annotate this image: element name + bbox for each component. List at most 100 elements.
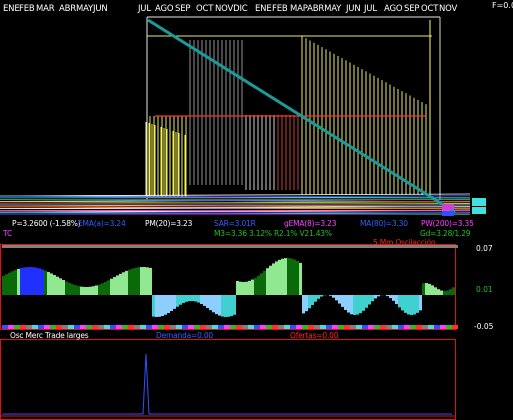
strip-cell <box>188 325 194 329</box>
oscillator-bar <box>392 295 395 301</box>
strip-cell <box>254 245 260 248</box>
oscillator-bar <box>176 295 179 307</box>
oscillator-bar <box>14 269 17 295</box>
strip-cell <box>344 245 350 248</box>
oscillator-bar <box>443 290 446 295</box>
strip-cell <box>26 245 32 248</box>
oscillator-bar <box>137 267 140 295</box>
strip-cell <box>380 325 386 329</box>
oscillator-bar <box>74 285 77 295</box>
strip-cell <box>92 325 98 329</box>
strip-cell <box>122 245 128 248</box>
oscillator-bar <box>116 275 119 295</box>
oscillator-bar <box>350 295 353 315</box>
oscillator-bar <box>218 295 221 316</box>
strip-cell <box>140 325 146 329</box>
oscillator-bar <box>29 267 32 295</box>
oscillator-bar <box>122 272 125 295</box>
volume-polyline <box>2 353 452 415</box>
stat-tc: TC <box>3 229 12 238</box>
oscillator-bar <box>38 268 41 295</box>
strip-cell <box>2 245 8 248</box>
oscillator-bar <box>83 286 86 295</box>
strip-cell <box>332 325 338 329</box>
strip-cell <box>404 325 410 329</box>
oscillator-bar <box>419 295 422 311</box>
strip-cell <box>74 245 80 248</box>
oscillator-bar <box>236 280 239 295</box>
strip-cell <box>140 245 146 248</box>
strip-cell <box>284 325 290 329</box>
stat-gema: gEMA(8)=3.23 <box>284 219 337 228</box>
oscillator-bar <box>362 295 365 311</box>
oscillator-bar <box>347 295 350 313</box>
oscillator-bar <box>248 280 251 295</box>
strip-cell <box>350 325 356 329</box>
strip-cell <box>338 325 344 329</box>
strip-cell <box>98 245 104 248</box>
oscillator-bar <box>206 295 209 309</box>
oscillator-bar <box>155 295 158 317</box>
strip-cell <box>446 325 452 329</box>
oscillator-bar <box>230 295 233 317</box>
oscillator-bar <box>440 290 443 295</box>
oscillator-bar <box>410 295 413 315</box>
oscillator-bar <box>203 295 206 306</box>
strip-cell <box>248 325 254 329</box>
oscillator-bar <box>2 275 5 295</box>
oscillator-bar <box>287 258 290 295</box>
oscillator-bar <box>224 295 227 317</box>
strip-cell <box>110 245 116 248</box>
month-label: OCT <box>196 4 214 14</box>
oscillator-bar <box>431 285 434 295</box>
oscillator-bar <box>188 295 191 302</box>
oscillator-bar <box>107 280 110 295</box>
month-label: JUL <box>138 4 151 14</box>
month-label: SEP <box>175 4 191 14</box>
oscillator-bar <box>134 267 137 295</box>
oscillator-bar <box>50 273 53 295</box>
oscillator-bar <box>368 295 371 305</box>
strip-cell <box>332 245 338 248</box>
oscillator-bar <box>281 258 284 295</box>
month-label: ENE <box>3 4 20 14</box>
strip-cell <box>44 245 50 248</box>
oscillator-bar <box>422 283 425 295</box>
strip-cell <box>212 245 218 248</box>
strip-cell <box>266 325 272 329</box>
oscillator-bar <box>452 287 455 295</box>
strip-cell <box>212 325 218 329</box>
price-panel: F=0.0 ENE FEB MAR ABRMAYJUN JUL AGO SEP … <box>0 0 513 240</box>
strip-cell <box>104 245 110 248</box>
month-labels: ENE FEB MAR ABRMAYJUN JUL AGO SEP OCT NO… <box>0 0 513 16</box>
oscillator-bar <box>257 275 260 295</box>
oscillator-bar <box>242 281 245 295</box>
oscillator-bar <box>434 287 437 295</box>
strip-cell <box>62 245 68 248</box>
oscillator-bar <box>44 270 47 295</box>
strip-cell <box>320 325 326 329</box>
oscillator-panel: 5 Mm Oscilacción 0.07 0.01 -0.05 <box>0 238 513 340</box>
strip-cell <box>128 325 134 329</box>
oscillator-bar <box>272 263 275 295</box>
stat-m3: M3=3.36 3.12% R2.1% V21.43% <box>214 229 332 238</box>
oscillator-bar <box>32 267 35 295</box>
strip-cell <box>2 325 8 329</box>
strip-cell <box>134 245 140 248</box>
oscillator-bar <box>308 295 311 309</box>
oscillator-bar <box>47 271 50 295</box>
oscillator-bar <box>89 286 92 295</box>
oscillator-bar <box>113 277 116 295</box>
oscillator-bar <box>20 268 23 295</box>
oscillator-bar <box>143 267 146 295</box>
strip-cell <box>248 245 254 248</box>
oscillator-bar <box>335 295 338 301</box>
strip-cell <box>446 245 452 248</box>
volume-svg <box>0 339 456 420</box>
oscillator-bar <box>5 274 8 295</box>
oscillator-bar <box>80 286 83 295</box>
oscillator-bar <box>377 295 380 297</box>
strip-cell <box>146 245 152 248</box>
oscillator-bar <box>86 286 89 295</box>
oscillator-bar <box>167 295 170 314</box>
